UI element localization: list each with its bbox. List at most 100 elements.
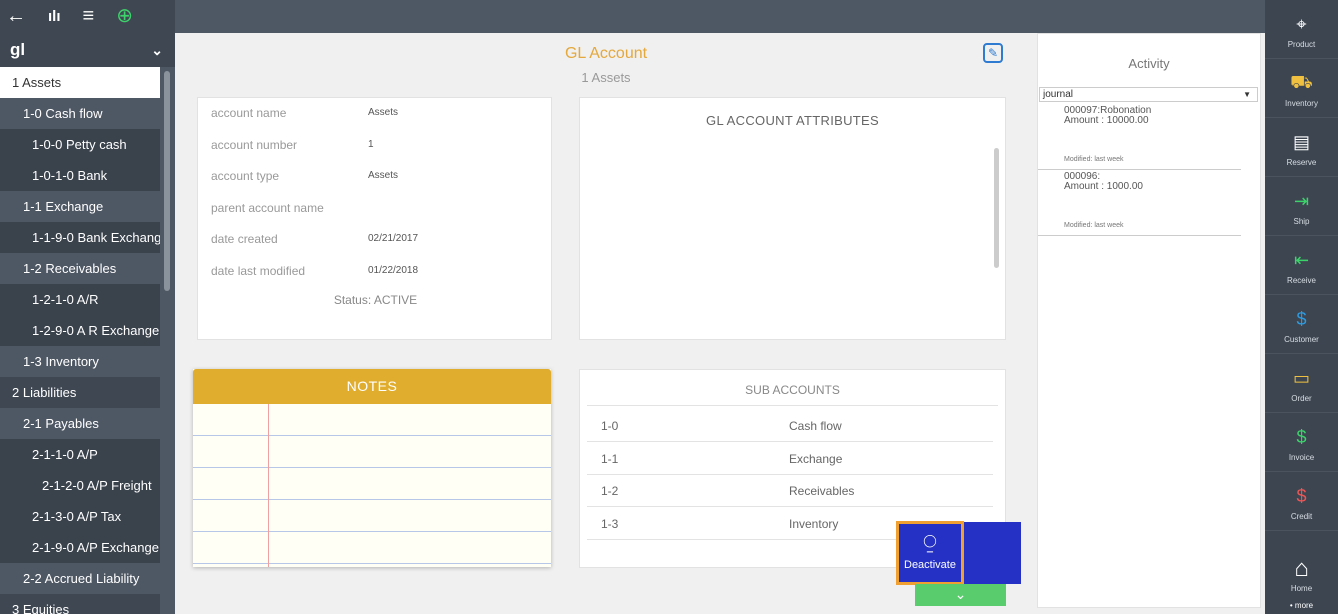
- sidebar-item[interactable]: 2-2 Accrued Liability: [0, 563, 160, 594]
- home-icon: ⌂: [1294, 555, 1309, 582]
- sub-account-name: Cash flow: [789, 419, 842, 433]
- sidebar-filter-value: gl: [10, 40, 26, 59]
- field-label: account number: [211, 137, 298, 152]
- field-label: account name: [211, 106, 287, 120]
- sidebar-item[interactable]: 2-1-3-0 A/P Tax: [0, 501, 160, 532]
- sub-accounts-title: SUB ACCOUNTS: [745, 383, 840, 397]
- table-row[interactable]: 1-1 Exchange: [587, 443, 993, 475]
- truck-receive-icon: ⇤: [1293, 250, 1310, 270]
- activity-modified: Modified: last week: [1064, 222, 1124, 229]
- page-title: GL Account: [564, 45, 648, 62]
- truck-ship-icon: ⇥: [1293, 191, 1310, 211]
- nav-label: Inventory: [1285, 98, 1318, 108]
- activity-amount: Amount : 1000.00: [1064, 181, 1143, 192]
- nav-label: Order: [1291, 393, 1312, 403]
- nav-inventory-button[interactable]: ⛟ Inventory: [1265, 59, 1338, 118]
- more-link[interactable]: • more: [1290, 601, 1313, 610]
- sidebar-item[interactable]: 1-0 Cash flow: [0, 98, 160, 129]
- clipboard-icon: ▤: [1292, 132, 1310, 152]
- sidebar-item[interactable]: 1-3 Inventory: [0, 346, 160, 377]
- sidebar-item[interactable]: 2-1-1-0 A/P: [0, 439, 160, 470]
- table-row[interactable]: 1-0 Cash flow: [587, 410, 993, 442]
- nav-label: Credit: [1290, 511, 1313, 521]
- sidebar-item[interactable]: 3 Equities: [0, 594, 160, 614]
- field-label: parent account name: [211, 200, 324, 215]
- field-label: account type: [211, 169, 280, 183]
- notes-margin-line: [268, 404, 269, 567]
- field-label: date last modified: [211, 263, 306, 278]
- field-value: Assets: [368, 170, 399, 181]
- sidebar-item[interactable]: 1-1 Exchange: [0, 191, 160, 222]
- sidebar-item[interactable]: 2-1-9-0 A/P Exchange: [0, 532, 160, 563]
- divider: [587, 405, 998, 406]
- activity-title: Activity: [1128, 56, 1170, 71]
- field-value: Assets: [368, 107, 399, 118]
- sidebar-item[interactable]: 1-0-1-0 Bank: [0, 160, 160, 191]
- field-label: date created: [211, 232, 278, 246]
- list-icon[interactable]: ≡: [83, 0, 95, 33]
- order-box-icon: ▭: [1292, 368, 1310, 388]
- sidebar-item[interactable]: 1-0-0 Petty cash: [0, 129, 160, 160]
- activity-panel: Activity journal ▼ 000097:Robonation Amou…: [1037, 33, 1261, 608]
- hand-truck-icon: ⛟: [1290, 71, 1313, 92]
- nav-receive-button[interactable]: ⇤ Receive: [1265, 236, 1338, 295]
- sub-account-code: 1-0: [601, 419, 619, 433]
- dropdown-arrow-icon: ▼: [1243, 90, 1251, 99]
- credit-icon: $: [1296, 486, 1307, 506]
- nav-label: Product: [1287, 39, 1316, 49]
- page-subtitle: 1 Assets: [581, 70, 631, 85]
- back-arrow-icon[interactable]: ←: [6, 0, 26, 33]
- tag-icon: ⌖: [1296, 14, 1307, 34]
- sidebar-item[interactable]: 1-2-9-0 A R Exchange: [0, 315, 160, 346]
- activity-filter-value: journal: [1043, 89, 1074, 100]
- sub-account-code: 1-1: [601, 451, 619, 466]
- add-circle-icon[interactable]: ⊕: [116, 0, 133, 33]
- table-row[interactable]: 1-2 Receivables: [587, 475, 993, 507]
- sidebar-filter[interactable]: gl ⌄: [0, 33, 175, 67]
- home-button[interactable]: ⌂ Home • more: [1265, 540, 1338, 610]
- notes-lines[interactable]: [193, 404, 551, 567]
- sidebar-item[interactable]: 2-1-2-0 A/P Freight: [0, 470, 160, 501]
- sidebar-item[interactable]: 2-1 Payables: [0, 408, 160, 439]
- account-info-card: Status: ACTIVE account name Assets account…: [197, 97, 552, 340]
- sidebar-item[interactable]: 1-2-1-0 A/R: [0, 284, 160, 315]
- notes-panel[interactable]: NOTES: [193, 369, 551, 567]
- activity-entry[interactable]: 000097:Robonation Amount : 10000.00 Modifi…: [1038, 104, 1241, 170]
- activity-filter-select[interactable]: journal ▼: [1039, 87, 1258, 102]
- nav-label: Invoice: [1288, 452, 1315, 462]
- deactivate-label: Deactivate: [904, 559, 956, 571]
- activity-amount: Amount : 10000.00: [1064, 115, 1149, 126]
- edit-icon[interactable]: ✎: [983, 43, 1003, 63]
- sidebar-item[interactable]: 2 Liabilities: [0, 377, 160, 408]
- activity-entry[interactable]: 000096: Amount : 1000.00 Modified: last we…: [1038, 170, 1241, 236]
- sub-account-code: 1-3: [601, 516, 619, 531]
- sidebar-item[interactable]: 1 Assets: [0, 67, 160, 98]
- field-value: 1: [368, 138, 374, 150]
- activity-modified: Modified: last week: [1064, 156, 1124, 163]
- sidebar-scrollbar[interactable]: [164, 71, 170, 291]
- status-text: Status: ACTIVE: [333, 293, 418, 307]
- nav-label: Receive: [1287, 275, 1316, 285]
- sidebar-item[interactable]: 1-1-9-0 Bank Exchang: [0, 222, 160, 253]
- attributes-scrollbar[interactable]: [994, 148, 999, 268]
- chevron-down-icon[interactable]: ⌄: [151, 42, 163, 59]
- nav-invoice-button[interactable]: $ Invoice: [1265, 413, 1338, 472]
- nav-reserve-button[interactable]: ▤ Reserve: [1265, 118, 1338, 177]
- invoice-icon: $: [1296, 427, 1307, 447]
- customer-card-icon: $: [1296, 309, 1307, 329]
- notes-title: NOTES: [193, 369, 551, 404]
- sub-account-name: Receivables: [789, 484, 855, 498]
- sidebar-list: 1 Assets 1-0 Cash flow 1-0-0 Petty cash 1-0…: [0, 67, 175, 614]
- bar-chart-icon[interactable]: ılı: [48, 0, 61, 33]
- expand-down-button[interactable]: ⌄: [915, 584, 1006, 606]
- deactivate-button[interactable]: ⍜ Deactivate: [896, 521, 964, 585]
- nav-credit-button[interactable]: $ Credit: [1265, 472, 1338, 531]
- sub-account-name: Exchange: [789, 451, 843, 466]
- nav-product-button[interactable]: ⌖ Product: [1265, 0, 1338, 59]
- sidebar-item[interactable]: 1-2 Receivables: [0, 253, 160, 284]
- nav-customer-button[interactable]: $ Customer: [1265, 295, 1338, 354]
- field-value: 01/22/2018: [368, 264, 419, 276]
- attributes-card: GL ACCOUNT ATTRIBUTES: [579, 97, 1006, 340]
- nav-ship-button[interactable]: ⇥ Ship: [1265, 177, 1338, 236]
- nav-order-button[interactable]: ▭ Order: [1265, 354, 1338, 413]
